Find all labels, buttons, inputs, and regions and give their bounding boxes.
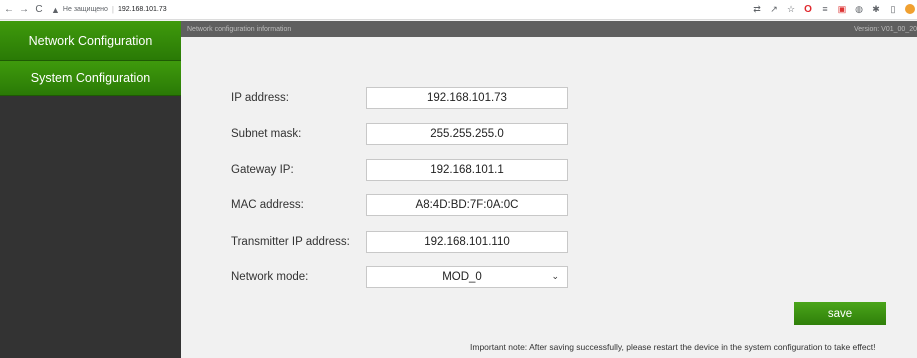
extension-icon[interactable]: ◍ <box>854 3 864 15</box>
transmitter-ip-row: Transmitter IP address: 192.168.101.110 <box>231 230 568 254</box>
ip-address-row: IP address: 192.168.101.73 <box>231 86 568 110</box>
profile-icon[interactable] <box>905 4 915 14</box>
url-text[interactable]: 192.168.101.73 <box>118 6 167 13</box>
star-icon[interactable]: ☆ <box>786 3 796 15</box>
ip-address-field[interactable]: 192.168.101.73 <box>366 87 568 109</box>
network-mode-row: Network mode: MOD_0 ⌄ <box>231 265 568 289</box>
network-mode-value: MOD_0 <box>442 271 482 283</box>
network-mode-select[interactable]: MOD_0 ⌄ <box>366 266 568 288</box>
network-mode-label: Network mode: <box>231 271 309 283</box>
sidebar-item-system-configuration[interactable]: System Configuration <box>0 61 181 96</box>
info-bar-title: Network configuration information <box>187 25 292 33</box>
main-content: IP address: 192.168.101.73 Subnet mask: … <box>181 37 917 358</box>
mac-address-row: MAC address: A8:4D:BD:7F:0A:0C <box>231 193 568 217</box>
gateway-ip-field[interactable]: 192.168.101.1 <box>366 159 568 181</box>
sidebar-icon[interactable]: ▯ <box>888 3 898 15</box>
pin-icon[interactable]: ✱ <box>871 3 881 15</box>
share-icon[interactable]: ↗ <box>769 3 779 15</box>
extension-icon[interactable]: ▣ <box>837 3 847 15</box>
info-bar: Network configuration information Versio… <box>181 21 917 37</box>
subnet-mask-row: Subnet mask: 255.255.255.0 <box>231 122 568 146</box>
translate-icon[interactable]: ⇄ <box>752 3 762 15</box>
address-separator: | <box>111 5 114 14</box>
insecure-label: Не защищено <box>62 6 108 13</box>
extension-icon[interactable]: ≡ <box>820 3 830 15</box>
mac-address-label: MAC address: <box>231 199 304 211</box>
sidebar: Network Configuration System Configurati… <box>0 21 181 358</box>
browser-toolbar: ← → C ▲ Не защищено | 192.168.101.73 ⇄ ↗… <box>0 0 917 20</box>
address-bar[interactable]: ▲ Не защищено | 192.168.101.73 <box>51 3 167 17</box>
gateway-ip-row: Gateway IP: 192.168.101.1 <box>231 158 568 182</box>
reload-icon[interactable]: C <box>33 4 45 15</box>
extension-icons: ⇄ ↗ ☆ O ≡ ▣ ◍ ✱ ▯ <box>752 3 915 15</box>
chevron-down-icon: ⌄ <box>551 271 559 281</box>
warning-icon[interactable]: ▲ <box>51 5 60 15</box>
save-button[interactable]: save <box>794 302 886 325</box>
version-text: Version: V01_00_20 <box>853 25 917 33</box>
important-note: Important note: After saving successfull… <box>470 342 876 352</box>
subnet-mask-field[interactable]: 255.255.255.0 <box>366 123 568 145</box>
transmitter-ip-field[interactable]: 192.168.101.110 <box>366 231 568 253</box>
ip-address-label: IP address: <box>231 92 289 104</box>
back-arrow-icon[interactable]: ← <box>3 4 15 15</box>
mac-address-field[interactable]: A8:4D:BD:7F:0A:0C <box>366 194 568 216</box>
opera-icon[interactable]: O <box>803 3 813 15</box>
transmitter-ip-label: Transmitter IP address: <box>231 236 350 248</box>
forward-arrow-icon[interactable]: → <box>18 4 30 15</box>
sidebar-item-network-configuration[interactable]: Network Configuration <box>0 21 181 61</box>
subnet-mask-label: Subnet mask: <box>231 128 302 140</box>
gateway-ip-label: Gateway IP: <box>231 164 294 176</box>
